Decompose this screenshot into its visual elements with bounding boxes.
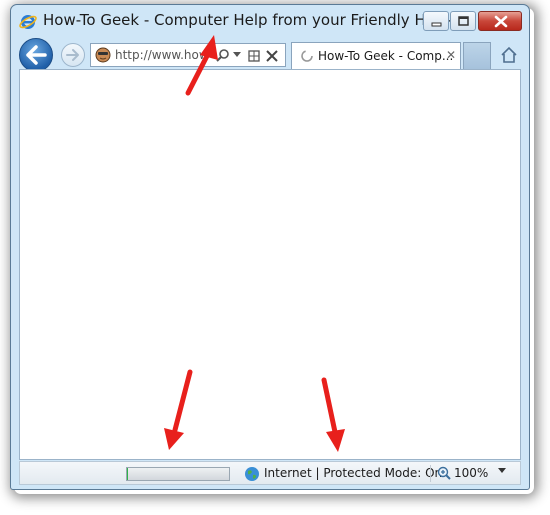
annotation-arrow-title (185, 35, 218, 96)
annotation-arrow-zone (321, 377, 345, 452)
annotation-arrows (164, 35, 345, 452)
annotation-arrow-progress (164, 369, 193, 450)
